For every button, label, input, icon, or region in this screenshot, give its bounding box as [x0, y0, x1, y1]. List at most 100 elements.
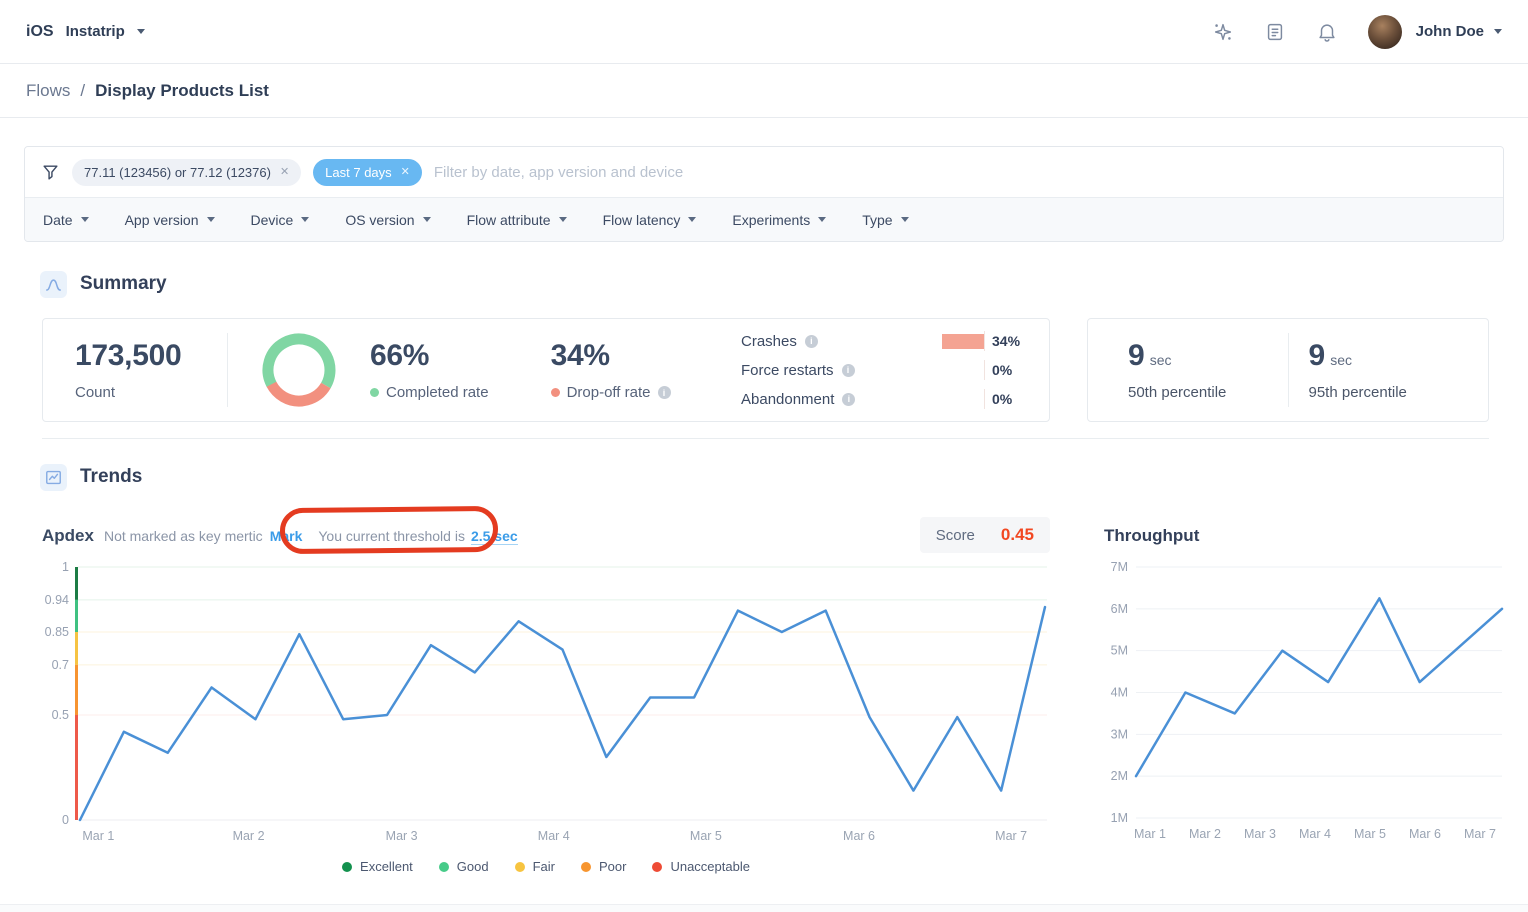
completion-donut-chart	[262, 333, 336, 407]
breadcrumb-flows[interactable]: Flows	[26, 81, 70, 101]
svg-text:Mar 2: Mar 2	[233, 829, 265, 843]
filter-dropdown[interactable]: Flow latency	[603, 212, 697, 228]
close-icon[interactable]: ✕	[401, 166, 410, 178]
mini-bar	[942, 333, 984, 349]
chevron-down-icon	[80, 217, 89, 222]
filter-dropdown[interactable]: OS version	[345, 212, 431, 228]
svg-text:0.5: 0.5	[52, 708, 69, 722]
svg-text:1: 1	[62, 560, 69, 574]
filter-dropdown[interactable]: Device	[251, 212, 310, 228]
threshold-value-link[interactable]: 2.5 sec	[470, 528, 518, 545]
svg-text:Mar 1: Mar 1	[1134, 827, 1166, 841]
dropoff-dot	[550, 388, 560, 397]
p50-value: 9	[1128, 339, 1145, 372]
apdex-chart-svg: 1 0.94 0.85 0.7 0.5 0 Mar 1 Mar 2 Mar 3 Mar 4 Mar …	[45, 560, 1047, 843]
filter-dropdown[interactable]: App version	[125, 212, 215, 228]
p50-unit: sec	[1149, 352, 1172, 368]
p95-stat: 9 sec 95th percentile	[1289, 339, 1469, 401]
count-stat: 173,500 Count	[59, 339, 227, 401]
app-switcher[interactable]: iOS Instatrip	[26, 23, 145, 41]
release-notes-icon[interactable]	[1264, 21, 1286, 43]
app-name: Instatrip	[65, 23, 125, 40]
sparkle-icon[interactable]	[1212, 21, 1234, 43]
chevron-down-icon	[1494, 29, 1502, 34]
chevron-down-icon	[301, 217, 310, 222]
platform-label: iOS	[26, 22, 54, 40]
info-icon[interactable]	[657, 386, 671, 399]
filter-chip-versions[interactable]: 77.11 (123456) or 77.12 (12376) ✕	[72, 158, 302, 186]
avatar	[1367, 14, 1402, 49]
filter-dropdown[interactable]: Flow attribute	[467, 212, 567, 228]
legend-dot-icon	[514, 861, 525, 872]
failure-rate-row: Force restarts 0%	[741, 360, 1025, 380]
svg-text:Mar 6: Mar 6	[843, 829, 875, 843]
filter-card: 77.11 (123456) or 77.12 (12376) ✕ Last 7…	[24, 146, 1504, 242]
legend-dot-icon	[580, 861, 591, 872]
trends-title: Trends	[80, 466, 143, 487]
svg-text:6M: 6M	[1111, 602, 1128, 616]
legend-item: Poor	[580, 859, 626, 874]
filter-chip-date-label: Last 7 days	[325, 164, 392, 180]
svg-text:0.94: 0.94	[45, 593, 69, 607]
svg-text:Mar 7: Mar 7	[1464, 827, 1496, 841]
score-value: 0.45	[1000, 525, 1034, 544]
apdex-note: Not marked as key mertic	[103, 528, 263, 544]
svg-text:Mar 3: Mar 3	[1244, 827, 1276, 841]
top-bar: iOS Instatrip John Doe	[0, 0, 1528, 64]
legend-item: Fair	[514, 859, 555, 874]
legend-dot-icon	[652, 861, 663, 872]
divider	[227, 333, 228, 407]
legend-dot-icon	[438, 861, 449, 872]
summary-cards: 173,500 Count 66% Completed rate 34% Dro…	[42, 318, 1489, 422]
svg-text:Mar 6: Mar 6	[1409, 827, 1441, 841]
p50-stat: 9 sec 50th percentile	[1108, 339, 1288, 401]
score-label: Score	[935, 526, 975, 544]
footer-strip	[0, 904, 1528, 912]
svg-text:Mar 5: Mar 5	[1354, 827, 1386, 841]
info-icon[interactable]	[841, 363, 855, 377]
chevron-down-icon	[688, 217, 697, 222]
filter-chip-versions-label: 77.11 (123456) or 77.12 (12376)	[84, 164, 271, 180]
svg-text:3M: 3M	[1111, 727, 1128, 741]
chevron-down-icon	[136, 29, 145, 34]
svg-text:Mar 2: Mar 2	[1189, 827, 1221, 841]
throughput-panel: Throughput 7M 6M 5M 4M 3M 2M 1M Mar 1 Mar 2 Mar 3…	[1102, 517, 1519, 874]
svg-text:0.7: 0.7	[52, 658, 69, 672]
filter-search-input[interactable]	[433, 163, 1487, 181]
notifications-bell-icon[interactable]	[1316, 21, 1338, 43]
legend-item: Unacceptable	[652, 859, 750, 874]
apdex-panel: Apdex Not marked as key mertic Mark You …	[42, 505, 1050, 874]
filter-row: 77.11 (123456) or 77.12 (12376) ✕ Last 7…	[25, 147, 1503, 197]
completed-stat: 66% Completed rate	[370, 339, 489, 401]
filter-chip-date[interactable]: Last 7 days ✕	[313, 158, 422, 186]
filter-funnel-icon	[43, 164, 58, 180]
completed-label: Completed rate	[386, 384, 489, 401]
user-menu[interactable]: John Doe	[1367, 14, 1502, 49]
filter-dropdown[interactable]: Experiments	[732, 212, 827, 228]
filter-dropdown[interactable]: Date	[43, 212, 89, 228]
dropoff-value: 34%	[550, 339, 610, 372]
user-name: John Doe	[1415, 23, 1484, 40]
breadcrumb-separator: /	[80, 80, 86, 100]
p50-label: 50th percentile	[1128, 384, 1227, 401]
svg-text:Mar 4: Mar 4	[538, 829, 570, 843]
summary-header: Summary	[40, 270, 1528, 298]
chevron-down-icon	[206, 217, 215, 222]
mark-key-metric-link[interactable]: Mark	[270, 528, 303, 544]
threshold-text: You current threshold is	[318, 528, 465, 544]
info-icon[interactable]	[804, 334, 818, 348]
svg-text:0: 0	[62, 813, 69, 827]
p95-label: 95th percentile	[1308, 384, 1407, 401]
svg-text:0.85: 0.85	[45, 625, 69, 639]
page-title: Display Products List	[95, 80, 269, 100]
svg-text:7M: 7M	[1111, 560, 1128, 574]
chevron-down-icon	[558, 217, 567, 222]
svg-text:Mar 5: Mar 5	[690, 829, 722, 843]
failure-rates-block: Crashes 34% Force restarts	[741, 331, 1033, 409]
legend-dot-icon	[342, 861, 353, 872]
p95-value: 9	[1308, 339, 1326, 372]
close-icon[interactable]: ✕	[280, 166, 289, 178]
filter-dropdown[interactable]: Type	[862, 212, 909, 228]
info-icon[interactable]	[842, 392, 856, 406]
filter-dropdown-row: Date App version Device OS version Flow …	[25, 197, 1503, 241]
